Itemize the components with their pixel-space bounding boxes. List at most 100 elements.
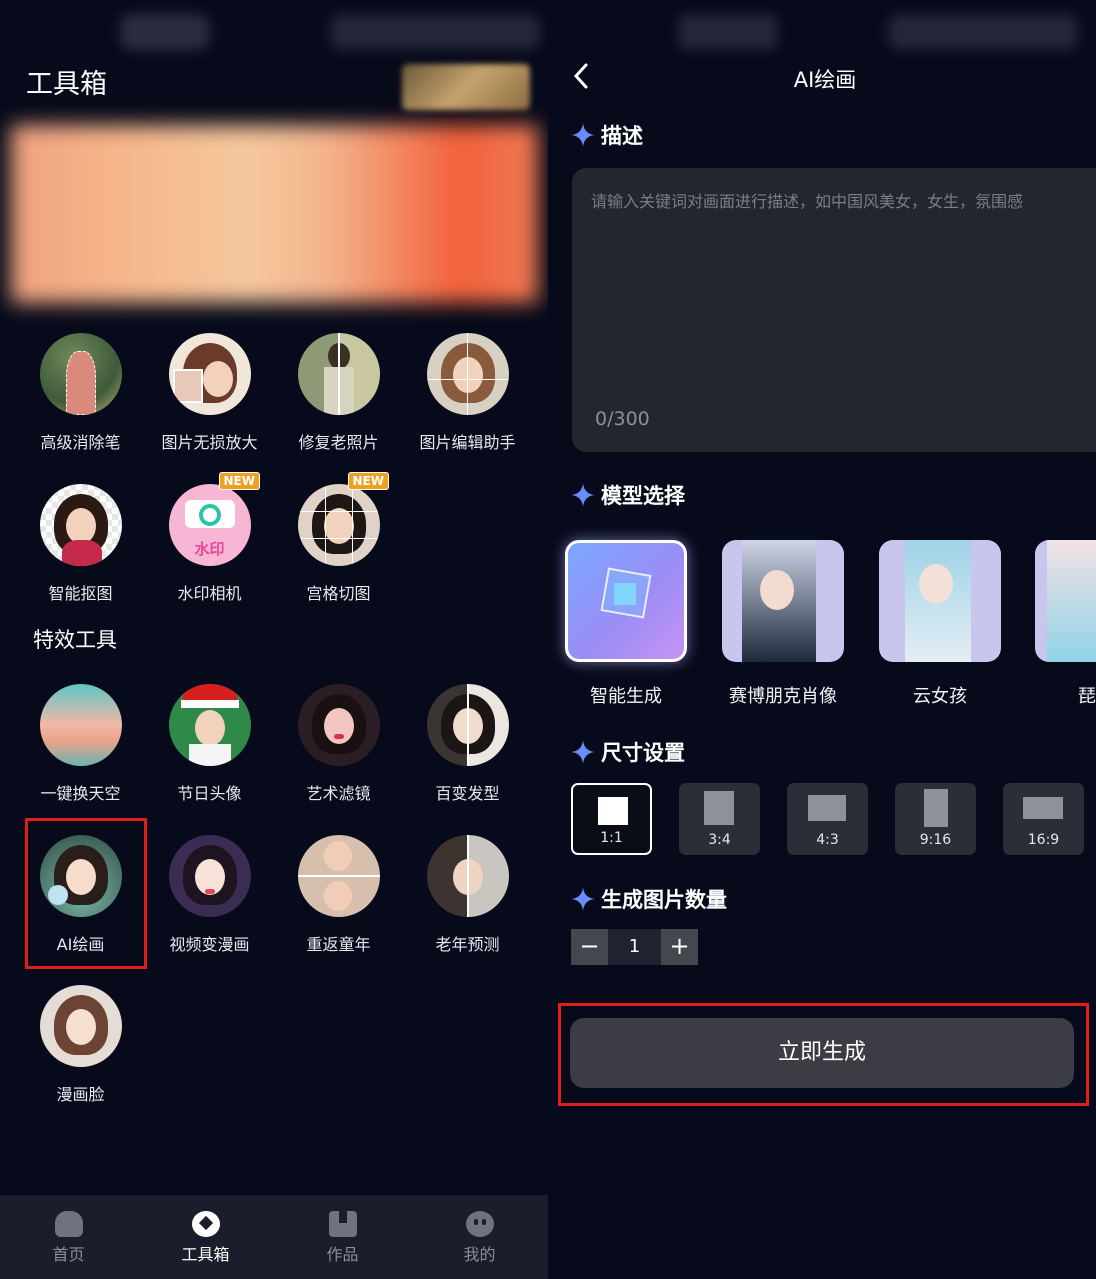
model-label: 云女孩	[913, 686, 967, 707]
tab-label: 工具箱	[181, 1245, 230, 1264]
tool-smart-cutout[interactable]: 智能抠图	[16, 484, 145, 604]
tab-home[interactable]: 首页	[0, 1211, 137, 1265]
portrait-ratio-icon	[704, 791, 734, 825]
effects-section-title: 特效工具	[33, 628, 117, 652]
size-option-1-1[interactable]: 1:1	[571, 783, 652, 855]
model-label: 琵琶	[1078, 686, 1096, 707]
holiday-avatar-thumbnail-icon	[168, 684, 251, 766]
size-label: 3:4	[708, 832, 731, 848]
section-title-description: 描述	[601, 124, 643, 148]
childhood-thumbnail-icon	[297, 835, 380, 917]
model-option-cloud-girl[interactable]: 云女孩	[879, 540, 1001, 708]
model-label: 赛博朋克肖像	[729, 686, 837, 707]
tool-label: 一键换天空	[40, 784, 121, 803]
art-filter-thumbnail-icon	[297, 684, 380, 766]
ai-painting-screen: AI绘画 描述 请输入关键词对画面进行描述，如中国风美女，女生，氛围感 0/30…	[548, 0, 1096, 1279]
toolbox-icon	[191, 1211, 220, 1237]
tool-label: 老年预测	[435, 935, 500, 954]
tool-label: 高级消除笔	[40, 433, 121, 452]
home-icon	[54, 1211, 83, 1237]
sparkle-icon	[571, 123, 595, 147]
pipa-thumbnail	[1035, 540, 1096, 662]
tool-label: 图片无损放大	[161, 433, 258, 452]
tab-mine[interactable]: 我的	[411, 1211, 548, 1265]
status-bar-blurred	[120, 14, 210, 50]
restore-photo-thumbnail-icon	[297, 333, 380, 415]
wide-ratio-icon	[1023, 797, 1063, 819]
status-bar	[0, 0, 548, 60]
tool-sky-replace[interactable]: 一键换天空	[16, 684, 145, 804]
tool-label: 百变发型	[435, 784, 500, 803]
tab-works[interactable]: 作品	[274, 1211, 411, 1265]
size-option-3-4[interactable]: 3:4	[679, 783, 760, 855]
section-title-model: 模型选择	[601, 484, 685, 508]
size-option-4-3[interactable]: 4:3	[787, 783, 868, 855]
new-badge: NEW	[347, 472, 389, 490]
tool-video-to-comic[interactable]: 视频变漫画	[145, 835, 274, 955]
section-title-count: 生成图片数量	[601, 888, 727, 912]
size-label: 1:1	[600, 830, 623, 846]
tool-aging-prediction[interactable]: 老年预测	[403, 835, 532, 955]
decrement-button[interactable]: −	[571, 929, 608, 965]
smiley-icon	[465, 1211, 494, 1237]
eraser-thumbnail-icon	[39, 333, 122, 415]
tool-label: 图片编辑助手	[419, 433, 516, 452]
hairstyle-thumbnail-icon	[426, 684, 509, 766]
highlight-box-generate	[558, 1003, 1089, 1106]
tool-lossless-upscale[interactable]: 图片无损放大	[145, 333, 274, 453]
tool-label: 修复老照片	[298, 433, 379, 452]
aging-thumbnail-icon	[426, 835, 509, 917]
image-editor-thumbnail-icon	[426, 333, 509, 415]
watermark-camera-icon: 水印	[168, 484, 251, 566]
promo-banner[interactable]	[11, 125, 538, 303]
comic-face-thumbnail-icon	[39, 985, 122, 1067]
toolbox-screen: 工具箱 高级消除笔 图片无损放大 修复老照片 图片编辑助手 智能抠图 NEW 水…	[0, 0, 548, 1279]
tool-advanced-eraser[interactable]: 高级消除笔	[16, 333, 145, 453]
top-thumbnail[interactable]	[402, 64, 530, 110]
description-placeholder: 请输入关键词对画面进行描述，如中国风美女，女生，氛围感	[591, 192, 1024, 211]
increment-button[interactable]: +	[661, 929, 698, 965]
size-option-16-9[interactable]: 16:9	[1003, 783, 1084, 855]
quantity-stepper: − 1 +	[571, 929, 698, 965]
tool-label: 节日头像	[177, 784, 242, 803]
bookmark-icon	[328, 1211, 357, 1237]
tool-restore-old-photo[interactable]: 修复老照片	[274, 333, 403, 453]
tool-watermark-camera[interactable]: NEW 水印 水印相机	[145, 472, 274, 604]
tab-label: 首页	[52, 1245, 85, 1264]
status-bar-blurred	[678, 14, 778, 50]
cloud-girl-thumbnail	[879, 540, 1001, 662]
quantity-value: 1	[628, 936, 641, 957]
size-option-9-16[interactable]: 9:16	[895, 783, 976, 855]
watermark-icon-text: 水印	[194, 540, 225, 558]
page-title: AI绘画	[793, 68, 857, 92]
tool-label: 宫格切图	[306, 584, 371, 603]
model-option-smart[interactable]: 智能生成	[565, 540, 687, 708]
tool-label: 重返童年	[306, 935, 371, 954]
cutout-thumbnail-icon	[39, 484, 122, 566]
sky-thumbnail-icon	[39, 684, 122, 766]
model-option-pipa[interactable]: 琵琶	[1035, 540, 1096, 708]
tab-toolbox[interactable]: 工具箱	[137, 1211, 274, 1265]
tab-label: 我的	[463, 1245, 496, 1264]
tool-image-editor[interactable]: 图片编辑助手	[403, 333, 532, 453]
sparkle-icon	[571, 483, 595, 507]
tool-label: 漫画脸	[56, 1085, 105, 1104]
size-label: 4:3	[816, 832, 839, 848]
tool-back-to-childhood[interactable]: 重返童年	[274, 835, 403, 955]
cyberpunk-thumbnail	[722, 540, 844, 662]
status-bar	[548, 0, 1096, 60]
tool-holiday-avatar[interactable]: 节日头像	[145, 684, 274, 804]
model-label: 智能生成	[590, 686, 662, 707]
tool-hairstyle-change[interactable]: 百变发型	[403, 684, 532, 804]
tool-comic-face[interactable]: 漫画脸	[16, 985, 145, 1105]
video-comic-thumbnail-icon	[168, 835, 251, 917]
smart-generate-thumbnail	[565, 540, 687, 662]
model-option-cyberpunk[interactable]: 赛博朋克肖像	[722, 540, 844, 708]
status-bar-blurred	[888, 14, 1078, 50]
square-ratio-icon	[598, 797, 628, 825]
tool-art-filter[interactable]: 艺术滤镜	[274, 684, 403, 804]
new-badge: NEW	[218, 472, 260, 490]
size-label: 16:9	[1027, 832, 1060, 848]
page-title: 工具箱	[26, 69, 107, 100]
tool-grid-cut[interactable]: NEW 宫格切图	[274, 472, 403, 604]
